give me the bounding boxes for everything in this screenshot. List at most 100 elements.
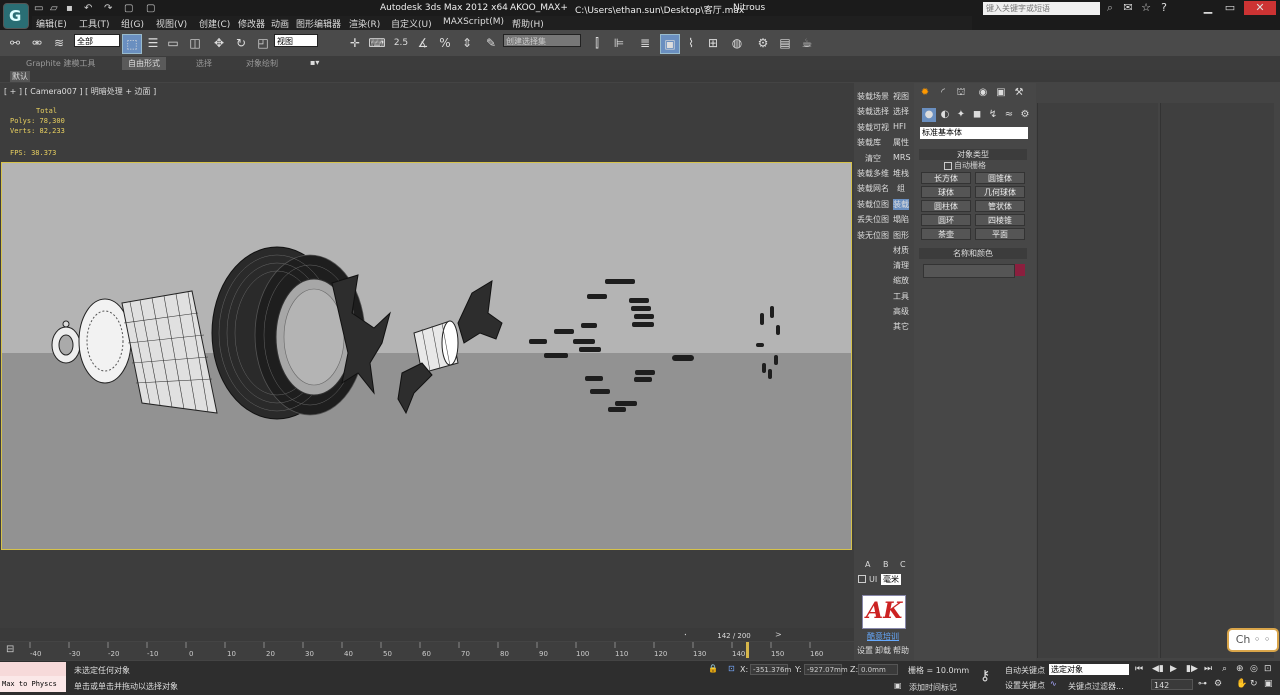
lock-selection-icon[interactable]: 🔒 bbox=[708, 664, 718, 673]
help-icon[interactable]: ? bbox=[1154, 1, 1174, 15]
advanced-button[interactable]: 高级 bbox=[893, 306, 909, 317]
absolute-mode-icon[interactable]: ⊡ bbox=[728, 664, 735, 673]
group-button[interactable]: 组 bbox=[897, 183, 905, 194]
selection-filter-dropdown[interactable]: 全部 bbox=[74, 34, 120, 47]
box-button[interactable]: 长方体 bbox=[921, 172, 971, 184]
help-button[interactable]: 帮助 bbox=[893, 645, 909, 656]
save-file-icon[interactable]: ▪ bbox=[66, 3, 80, 15]
communication-icon[interactable]: ✉ bbox=[1118, 1, 1138, 15]
cone-button[interactable]: 圆锥体 bbox=[975, 172, 1025, 184]
load-tab-button[interactable]: 装载 bbox=[893, 199, 909, 210]
fetch-icon[interactable]: ▢ bbox=[146, 3, 160, 15]
load-bitmap-button[interactable]: 装载位图 bbox=[857, 199, 889, 210]
new-file-icon[interactable]: ▭ bbox=[34, 3, 48, 15]
properties-button[interactable]: 属性 bbox=[893, 137, 909, 148]
hierarchy-tab-icon[interactable]: ⛫ bbox=[954, 86, 968, 100]
close-button[interactable]: ✕ bbox=[1244, 1, 1276, 15]
torus-button[interactable]: 圆环 bbox=[921, 214, 971, 226]
ime-language-badge[interactable]: Ch ◦ ◦ bbox=[1227, 628, 1279, 652]
time-config-icon[interactable]: ⚙ bbox=[1214, 679, 1222, 689]
menu-graph-editors[interactable]: 图形编辑器 bbox=[296, 17, 341, 30]
load-netname-button[interactable]: 装载网名 bbox=[857, 183, 889, 194]
x-coordinate-field[interactable]: -351.376m bbox=[750, 664, 791, 675]
training-link[interactable]: 酷意培训 bbox=[867, 631, 899, 642]
systems-icon[interactable]: ⚙ bbox=[1018, 108, 1032, 122]
tab-object-paint[interactable]: 对象绘制 bbox=[246, 58, 278, 69]
key-mode-dropdown[interactable]: 选定对象 bbox=[1049, 664, 1129, 675]
curve-editor-icon[interactable]: ⌇ bbox=[682, 34, 700, 52]
menu-views[interactable]: 视图(V) bbox=[156, 17, 187, 30]
select-button[interactable]: 选择 bbox=[893, 106, 909, 117]
key-icon[interactable]: ⚷ bbox=[980, 668, 990, 684]
load-scene-button[interactable]: 装载场景 bbox=[857, 91, 889, 102]
load-multi-button[interactable]: 装载多维 bbox=[857, 168, 889, 179]
pivot-center-icon[interactable]: ✛ bbox=[346, 34, 364, 52]
shapes-icon[interactable]: ◐ bbox=[938, 108, 952, 122]
set-key-button[interactable]: 设置关键点 bbox=[1005, 680, 1045, 691]
render-setup-icon[interactable]: ⚙ bbox=[754, 34, 772, 52]
key-filter-icon[interactable]: ∿ bbox=[1050, 679, 1057, 688]
cylinder-button[interactable]: 圆柱体 bbox=[921, 200, 971, 212]
align-icon[interactable]: ⊫ bbox=[610, 34, 628, 52]
y-coordinate-field[interactable]: -927.07mm bbox=[804, 664, 848, 675]
rotate-icon[interactable]: ↻ bbox=[232, 34, 250, 52]
load-selection-button[interactable]: 装载选择 bbox=[857, 106, 889, 117]
key-mode-toggle-icon[interactable]: ⊶ bbox=[1198, 679, 1207, 689]
modify-tab-icon[interactable]: ◜ bbox=[936, 86, 950, 100]
undo-icon[interactable]: ↶ bbox=[84, 3, 98, 15]
tools-button[interactable]: 工具 bbox=[893, 291, 909, 302]
ui-checkbox[interactable] bbox=[858, 575, 866, 583]
menu-tools[interactable]: 工具(T) bbox=[79, 17, 110, 30]
frame-indicator[interactable]: 142 / 200 bbox=[686, 631, 782, 641]
maximize-button[interactable]: ▭ bbox=[1220, 1, 1240, 15]
orbit-icon[interactable]: ↻ bbox=[1250, 679, 1258, 689]
open-file-icon[interactable]: ▱ bbox=[50, 3, 64, 15]
tab-selection[interactable]: 选择 bbox=[196, 58, 212, 69]
max-listener-top[interactable] bbox=[0, 662, 66, 676]
next-key-icon[interactable]: ▮▶ bbox=[1186, 664, 1198, 674]
scale-button[interactable]: 缩放 bbox=[893, 275, 909, 286]
no-bitmap-button[interactable]: 装无位图 bbox=[857, 230, 889, 241]
settings-button[interactable]: 设置 bbox=[857, 645, 873, 656]
render-teapot-icon[interactable]: ☕ bbox=[798, 34, 816, 52]
tab-a[interactable]: A bbox=[865, 560, 870, 569]
schematic-view-icon[interactable]: ⊞ bbox=[704, 34, 722, 52]
display-tab-icon[interactable]: ▣ bbox=[994, 86, 1008, 100]
play-icon[interactable]: ▶ bbox=[1170, 664, 1177, 674]
goto-start-icon[interactable]: ⏮ bbox=[1135, 664, 1143, 674]
search-input[interactable]: 键入关键字或短语 bbox=[983, 2, 1100, 15]
percent-snap-icon[interactable]: % bbox=[436, 34, 454, 52]
menu-customize[interactable]: 自定义(U) bbox=[391, 17, 432, 30]
hfi-button[interactable]: HFI bbox=[893, 122, 906, 131]
shapes-button[interactable]: 图形 bbox=[893, 230, 909, 241]
layer-manager-icon[interactable]: ≣ bbox=[636, 34, 654, 52]
geosphere-button[interactable]: 几何球体 bbox=[975, 186, 1025, 198]
maxscript-listener[interactable]: Max to Physcs bbox=[0, 676, 66, 692]
cameras-icon[interactable]: ◼ bbox=[970, 108, 984, 122]
maximize-viewport-icon[interactable]: ▣ bbox=[1264, 679, 1273, 689]
load-visible-button[interactable]: 装载可视 bbox=[857, 122, 889, 133]
motion-tab-icon[interactable]: ◉ bbox=[976, 86, 990, 100]
keyboard-shortcut-icon[interactable]: ⌨ bbox=[368, 34, 386, 52]
menu-edit[interactable]: 编辑(E) bbox=[36, 17, 67, 30]
clear-button[interactable]: 清空 bbox=[865, 153, 881, 164]
tube-button[interactable]: 管状体 bbox=[975, 200, 1025, 212]
goto-end-icon[interactable]: ⏭ bbox=[1204, 664, 1212, 674]
prev-key-icon[interactable]: ◀▮ bbox=[1152, 664, 1164, 674]
helpers-icon[interactable]: ↯ bbox=[986, 108, 1000, 122]
spinner-snap-icon[interactable]: ⇕ bbox=[458, 34, 476, 52]
scale-icon[interactable]: ◰ bbox=[254, 34, 272, 52]
unit-dropdown[interactable]: 毫米 bbox=[881, 574, 901, 585]
redo-icon[interactable]: ↷ bbox=[104, 3, 118, 15]
time-tag-icon[interactable]: ▣ bbox=[894, 681, 902, 690]
view-button[interactable]: 视图 bbox=[893, 91, 909, 102]
missing-bitmap-button[interactable]: 丢失位图 bbox=[857, 214, 889, 225]
app-logo-icon[interactable]: G bbox=[3, 3, 29, 29]
object-type-rollout-header[interactable]: 对象类型 bbox=[919, 149, 1027, 160]
zoom-all-icon[interactable]: ⊕ bbox=[1236, 664, 1244, 674]
lights-icon[interactable]: ✦ bbox=[954, 108, 968, 122]
menu-group[interactable]: 组(G) bbox=[121, 17, 144, 30]
window-crossing-icon[interactable]: ◫ bbox=[186, 34, 204, 52]
plane-button[interactable]: 平面 bbox=[975, 228, 1025, 240]
ribbon-options-icon[interactable]: ▪▾ bbox=[310, 58, 319, 67]
